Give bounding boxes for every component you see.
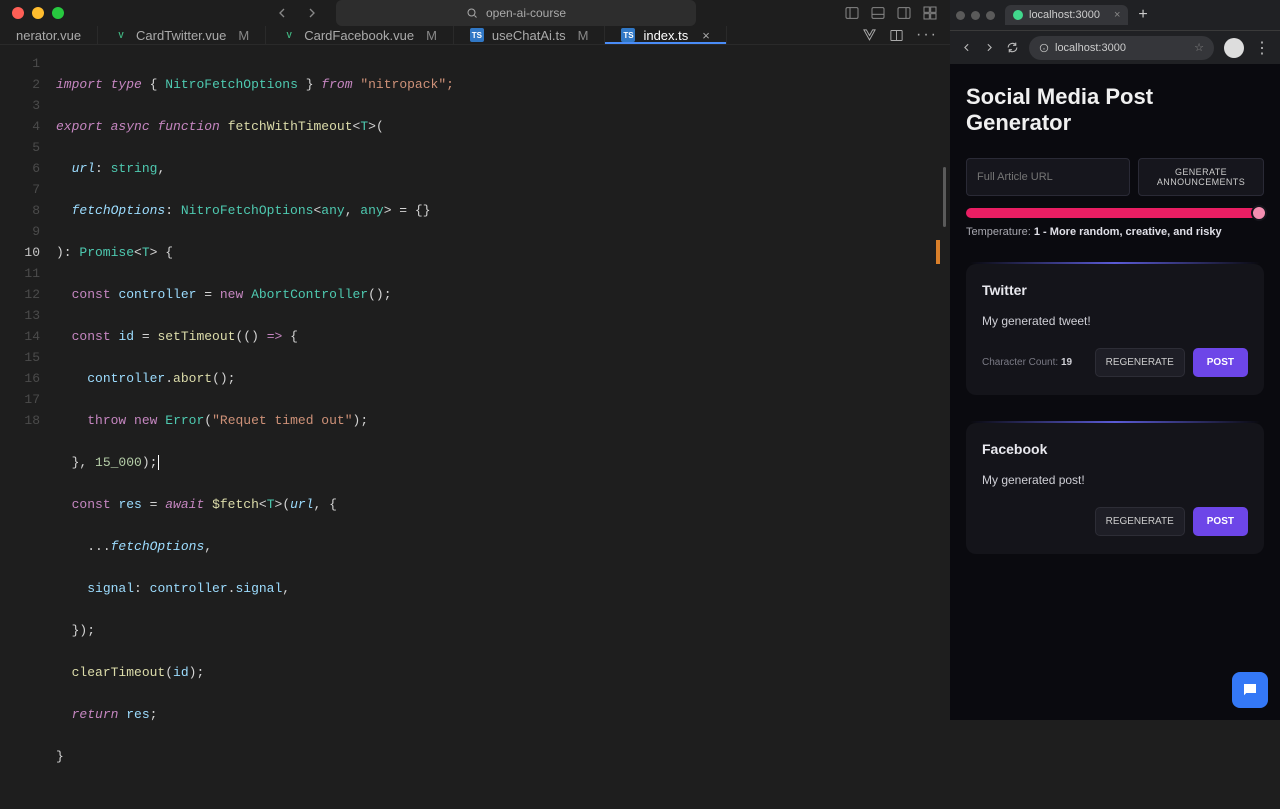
slider-thumb[interactable]: [1251, 205, 1267, 221]
tab-label: CardTwitter.vue: [136, 28, 226, 43]
browser-menu-icon[interactable]: ⋮: [1254, 38, 1270, 58]
editor-tabs: nerator.vue V CardTwitter.vue M V CardFa…: [0, 26, 950, 45]
tab-index[interactable]: TS index.ts ×: [605, 26, 726, 44]
twitter-card: Twitter My generated tweet! Character Co…: [966, 264, 1264, 395]
regenerate-button[interactable]: REGENERATE: [1095, 348, 1185, 377]
tab-label: useChatAi.ts: [492, 28, 566, 43]
window-controls: [12, 7, 64, 19]
titlebar: open-ai-course: [0, 0, 950, 26]
layout-grid-icon[interactable]: [922, 5, 938, 21]
regenerate-button[interactable]: REGENERATE: [1095, 507, 1185, 536]
tweet-text: My generated tweet!: [982, 314, 1248, 328]
tab-usechatai[interactable]: TS useChatAi.ts M: [454, 26, 606, 44]
tab-nerator[interactable]: nerator.vue: [0, 26, 98, 44]
vue-icon: V: [114, 28, 128, 42]
code-editor[interactable]: 123 456 789 101112 131415 161718 import …: [0, 45, 950, 809]
app-content: Social Media Post Generator GENERATE ANN…: [950, 64, 1280, 720]
character-count: Character Count: 19: [982, 357, 1072, 368]
browser-tab-label: localhost:3000: [1029, 9, 1100, 21]
close-tab-icon[interactable]: ×: [1114, 9, 1120, 21]
panel-right-icon[interactable]: [896, 5, 912, 21]
info-icon: [1039, 43, 1049, 53]
new-tab-button[interactable]: +: [1132, 6, 1153, 24]
favicon: [1013, 10, 1023, 20]
vue-icon: V: [282, 28, 296, 42]
forward-icon[interactable]: [983, 41, 996, 54]
facebook-card: Facebook My generated post! REGENERATE P…: [966, 423, 1264, 554]
browser-close[interactable]: [956, 11, 965, 20]
browser-min[interactable]: [971, 11, 980, 20]
tab-cardtwitter[interactable]: V CardTwitter.vue M: [98, 26, 266, 44]
tab-label: nerator.vue: [16, 28, 81, 43]
post-text: My generated post!: [982, 473, 1248, 487]
more-actions-icon[interactable]: ···: [916, 26, 938, 44]
tab-label: CardFacebook.vue: [304, 28, 414, 43]
modified-badge: M: [426, 28, 437, 43]
bookmark-icon[interactable]: ☆: [1194, 41, 1204, 54]
browser-tab[interactable]: localhost:3000 ×: [1005, 5, 1128, 25]
card-title: Facebook: [982, 441, 1248, 457]
line-gutter: 123 456 789 101112 131415 161718: [0, 45, 56, 809]
article-url-input[interactable]: [966, 158, 1130, 196]
vue-split-icon[interactable]: [862, 28, 877, 43]
temperature-slider[interactable]: [966, 208, 1264, 218]
scrollbar[interactable]: [943, 167, 946, 227]
generate-button[interactable]: GENERATE ANNOUNCEMENTS: [1138, 158, 1264, 196]
tab-cardfacebook[interactable]: V CardFacebook.vue M: [266, 26, 454, 44]
browser-max[interactable]: [986, 11, 995, 20]
ts-icon: TS: [470, 28, 484, 42]
page-title: Social Media Post Generator: [966, 84, 1264, 136]
split-editor-icon[interactable]: [889, 28, 904, 43]
change-indicator: [936, 240, 940, 264]
ts-icon: TS: [621, 28, 635, 42]
nav-back-icon[interactable]: [274, 5, 290, 21]
tab-label: index.ts: [643, 28, 688, 43]
command-search[interactable]: open-ai-course: [336, 0, 696, 26]
temperature-label: Temperature: 1 - More random, creative, …: [966, 226, 1264, 238]
panel-left-icon[interactable]: [844, 5, 860, 21]
editor-pane: open-ai-course nerator.vue V CardTwitter…: [0, 0, 950, 720]
search-icon: [466, 7, 478, 19]
close-window[interactable]: [12, 7, 24, 19]
browser-pane: localhost:3000 × + localhost:3000 ☆ ⋮ So…: [950, 0, 1280, 720]
post-button[interactable]: POST: [1193, 348, 1248, 377]
modified-badge: M: [578, 28, 589, 43]
nav-forward-icon[interactable]: [304, 5, 320, 21]
url-text: localhost:3000: [1055, 42, 1126, 54]
project-name: open-ai-course: [486, 6, 566, 20]
chat-icon: [1241, 681, 1259, 699]
modified-badge: M: [238, 28, 249, 43]
chat-widget-button[interactable]: [1232, 672, 1268, 708]
profile-avatar[interactable]: [1224, 38, 1244, 58]
minimize-window[interactable]: [32, 7, 44, 19]
close-tab-icon[interactable]: ×: [702, 28, 710, 43]
reload-icon[interactable]: [1006, 41, 1019, 54]
browser-chrome: localhost:3000 × + localhost:3000 ☆ ⋮: [950, 0, 1280, 64]
post-button[interactable]: POST: [1193, 507, 1248, 536]
cursor: [158, 455, 159, 470]
back-icon[interactable]: [960, 41, 973, 54]
code-content[interactable]: import type { NitroFetchOptions } from "…: [56, 45, 950, 809]
panel-bottom-icon[interactable]: [870, 5, 886, 21]
card-title: Twitter: [982, 282, 1248, 298]
fullscreen-window[interactable]: [52, 7, 64, 19]
address-bar[interactable]: localhost:3000 ☆: [1029, 36, 1214, 60]
